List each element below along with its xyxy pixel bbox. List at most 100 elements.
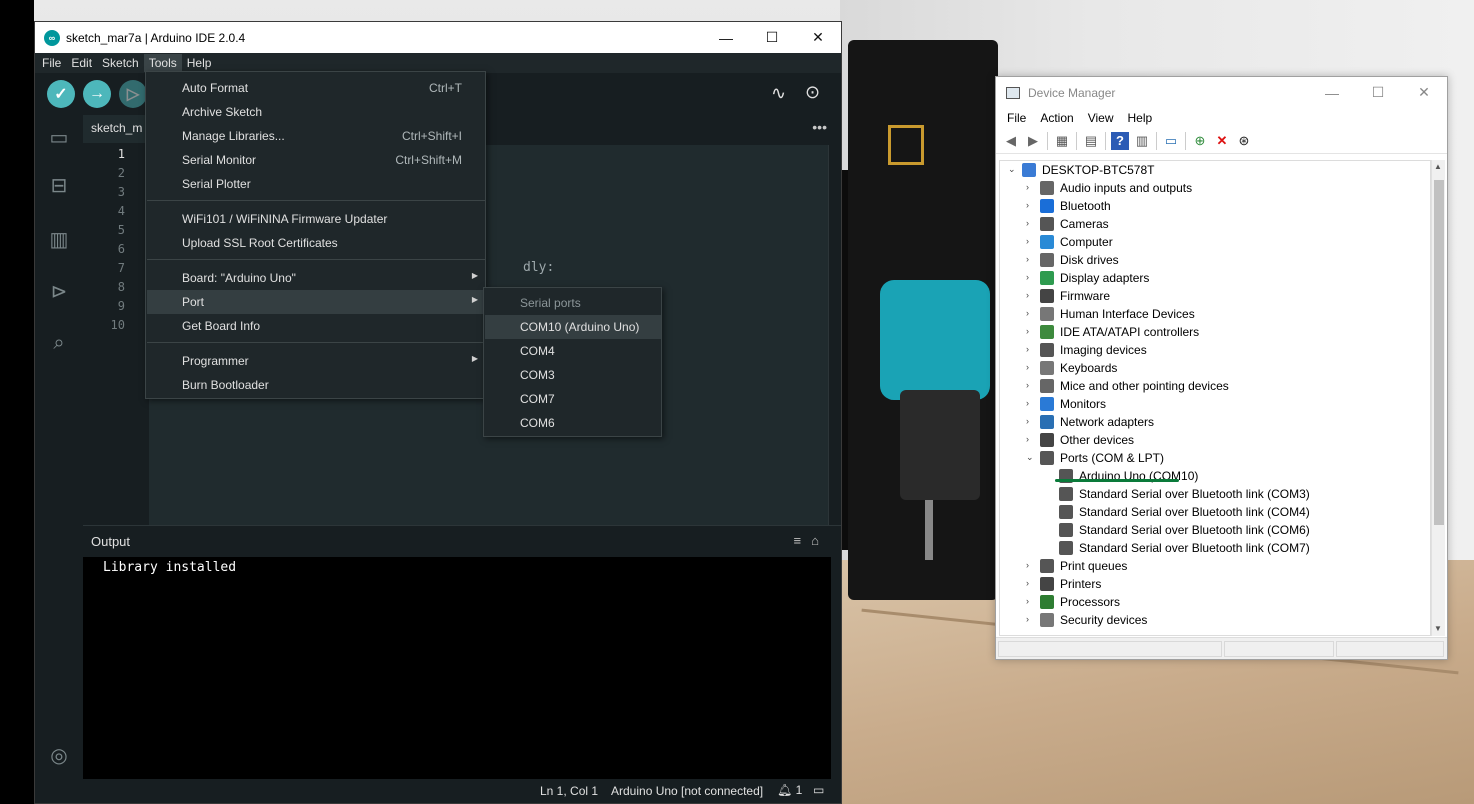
tree-category[interactable]: › Imaging devices	[1000, 341, 1430, 359]
dm-scrollbar[interactable]: ▲ ▼	[1431, 160, 1445, 636]
tree-category[interactable]: › Other devices	[1000, 431, 1430, 449]
ide-titlebar[interactable]: ∞ sketch_mar7a | Arduino IDE 2.0.4 — ☐ ✕	[35, 22, 841, 53]
forward-icon[interactable]: ▶	[1024, 132, 1042, 150]
output-tab[interactable]: Output	[91, 534, 130, 549]
library-icon[interactable]: ▥	[47, 227, 71, 251]
debug-panel-icon[interactable]: ⊳	[47, 279, 71, 303]
editor-scrollbar[interactable]	[828, 145, 841, 525]
expand-chevron-icon[interactable]: ›	[1026, 380, 1036, 390]
menu-item-port[interactable]: Port ▶	[147, 290, 485, 314]
expand-chevron-icon[interactable]: ›	[1026, 326, 1036, 336]
dm-minimize-button[interactable]: —	[1309, 77, 1355, 108]
tree-category[interactable]: › Firmware	[1000, 287, 1430, 305]
tree-category[interactable]: › Network adapters	[1000, 413, 1430, 431]
minimize-button[interactable]: —	[703, 22, 749, 53]
lock-icon[interactable]: ⌂	[811, 533, 829, 548]
debug-button[interactable]: ▷	[119, 80, 147, 108]
cursor-position[interactable]: Ln 1, Col 1	[540, 784, 598, 798]
scroll-down-icon[interactable]: ▼	[1434, 624, 1442, 633]
tree-root-computer[interactable]: ⌄ DESKTOP-BTC578T	[1000, 161, 1430, 179]
menu-edit[interactable]: Edit	[66, 54, 97, 72]
menu-tools[interactable]: Tools	[143, 54, 182, 72]
expand-chevron-icon[interactable]: ›	[1026, 308, 1036, 318]
menu-item-board[interactable]: Board: "Arduino Uno" ▶	[147, 266, 485, 290]
menu-item-serial-plotter[interactable]: Serial Plotter	[147, 172, 485, 196]
add-driver-icon[interactable]: ⊕	[1191, 132, 1209, 150]
expand-chevron-icon[interactable]: ›	[1026, 578, 1036, 588]
tree-category[interactable]: › Disk drives	[1000, 251, 1430, 269]
tree-category[interactable]: › Audio inputs and outputs	[1000, 179, 1430, 197]
scroll-up-icon[interactable]: ▲	[1434, 162, 1442, 171]
dm-menu-action[interactable]: Action	[1033, 111, 1080, 125]
serial-monitor-icon[interactable]: ⊙	[805, 82, 820, 103]
tree-category[interactable]: › Monitors	[1000, 395, 1430, 413]
expand-chevron-icon[interactable]: ›	[1026, 362, 1036, 372]
expand-chevron-icon[interactable]: ›	[1026, 218, 1036, 228]
show-hidden-icon[interactable]: ▤	[1082, 132, 1100, 150]
uninstall-icon[interactable]: ✕	[1213, 132, 1231, 150]
expand-chevron-icon[interactable]: ›	[1026, 344, 1036, 354]
dm-menu-file[interactable]: File	[1000, 111, 1033, 125]
scroll-thumb[interactable]	[1434, 180, 1444, 525]
tree-device-serial-port[interactable]: Standard Serial over Bluetooth link (COM…	[1000, 485, 1430, 503]
close-button[interactable]: ✕	[795, 22, 841, 53]
tree-category[interactable]: › Bluetooth	[1000, 197, 1430, 215]
tree-category[interactable]: › Mice and other pointing devices	[1000, 377, 1430, 395]
update-icon[interactable]: ⊛	[1235, 132, 1253, 150]
menu-item-upload-ssl[interactable]: Upload SSL Root Certificates	[147, 231, 485, 255]
tree-category[interactable]: › Display adapters	[1000, 269, 1430, 287]
properties-icon[interactable]: ▦	[1053, 132, 1071, 150]
menu-item-manage-libraries[interactable]: Manage Libraries... Ctrl+Shift+I	[147, 124, 485, 148]
tree-device-arduino-uno[interactable]: Arduino Uno (COM10)	[1000, 467, 1430, 485]
tree-category[interactable]: › Human Interface Devices	[1000, 305, 1430, 323]
menu-item-firmware-updater[interactable]: WiFi101 / WiFiNINA Firmware Updater	[147, 207, 485, 231]
notifications-button[interactable]: 🔔︎ 1	[777, 783, 802, 797]
expand-chevron-icon[interactable]: ›	[1026, 182, 1036, 192]
expand-chevron-icon[interactable]: ›	[1026, 290, 1036, 300]
expand-chevron-icon[interactable]: ›	[1026, 236, 1036, 246]
expand-chevron-icon[interactable]: ›	[1026, 200, 1036, 210]
tree-device-serial-port[interactable]: Standard Serial over Bluetooth link (COM…	[1000, 539, 1430, 557]
tree-category[interactable]: › Security devices	[1000, 611, 1430, 629]
tree-category[interactable]: › Computer	[1000, 233, 1430, 251]
menu-help[interactable]: Help	[182, 54, 217, 72]
upload-button[interactable]: →	[83, 80, 111, 108]
folder-icon[interactable]: ▭	[47, 125, 71, 149]
expand-chevron-icon[interactable]: ›	[1026, 272, 1036, 282]
maximize-button[interactable]: ☐	[749, 22, 795, 53]
menu-item-get-board-info[interactable]: Get Board Info	[147, 314, 485, 338]
port-item-com10[interactable]: COM10 (Arduino Uno)	[485, 315, 661, 339]
menu-sketch[interactable]: Sketch	[97, 54, 144, 72]
menu-file[interactable]: File	[37, 54, 66, 72]
dm-maximize-button[interactable]: ☐	[1355, 77, 1401, 108]
clear-output-icon[interactable]: ≡	[794, 533, 812, 548]
expand-chevron-icon[interactable]: ›	[1026, 254, 1036, 264]
board-manager-icon[interactable]: ⊟	[47, 173, 71, 197]
tree-category[interactable]: ⌄ Ports (COM & LPT)	[1000, 449, 1430, 467]
tree-device-serial-port[interactable]: Standard Serial over Bluetooth link (COM…	[1000, 521, 1430, 539]
port-item-com7[interactable]: COM7	[485, 387, 661, 411]
serial-plotter-icon[interactable]: ∿	[771, 83, 786, 104]
dm-menu-help[interactable]: Help	[1121, 111, 1160, 125]
dm-titlebar[interactable]: Device Manager — ☐ ✕	[996, 77, 1447, 108]
monitor-icon[interactable]: ▭	[1162, 132, 1180, 150]
collapse-chevron-icon[interactable]: ⌄	[1008, 164, 1018, 175]
collapse-chevron-icon[interactable]: ⌄	[1026, 452, 1036, 463]
menu-item-archive-sketch[interactable]: Archive Sketch	[147, 100, 485, 124]
tree-category[interactable]: › Processors	[1000, 593, 1430, 611]
tree-category[interactable]: › Printers	[1000, 575, 1430, 593]
dm-close-button[interactable]: ✕	[1401, 77, 1447, 108]
view-icon[interactable]: ▥	[1133, 132, 1151, 150]
expand-chevron-icon[interactable]: ›	[1026, 614, 1036, 624]
expand-chevron-icon[interactable]: ›	[1026, 434, 1036, 444]
search-icon[interactable]: ⌕	[47, 331, 71, 355]
help-icon[interactable]: ?	[1111, 131, 1129, 150]
back-icon[interactable]: ◀	[1002, 132, 1020, 150]
dm-menu-view[interactable]: View	[1081, 111, 1121, 125]
port-item-com6[interactable]: COM6	[485, 411, 661, 435]
tree-category[interactable]: › Print queues	[1000, 557, 1430, 575]
toggle-panel-icon[interactable]: ▭	[813, 783, 824, 797]
expand-chevron-icon[interactable]: ›	[1026, 398, 1036, 408]
menu-item-auto-format[interactable]: Auto Format Ctrl+T	[147, 76, 485, 100]
menu-item-programmer[interactable]: Programmer ▶	[147, 349, 485, 373]
